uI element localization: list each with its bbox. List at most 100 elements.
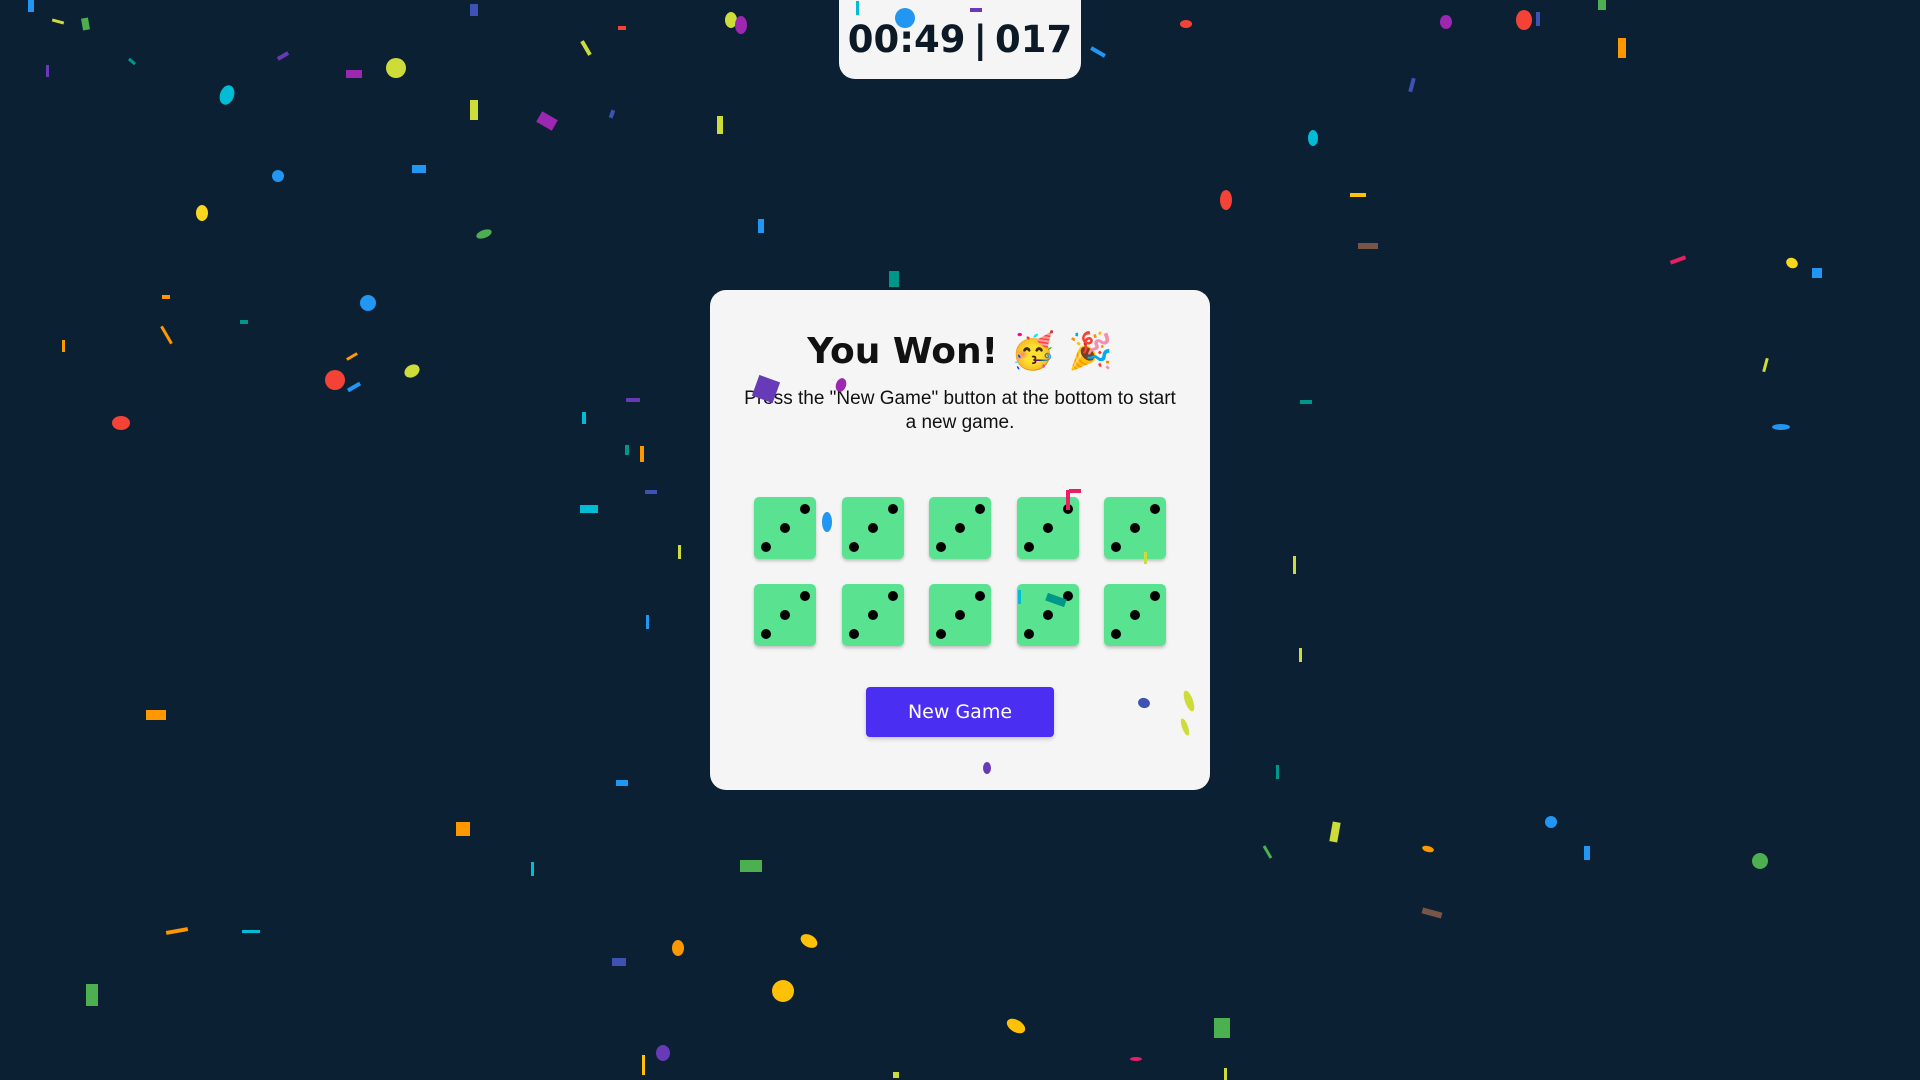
pip	[1023, 629, 1034, 639]
confetti-piece	[1421, 844, 1435, 854]
confetti-piece	[1618, 38, 1626, 58]
confetti-piece	[531, 862, 534, 876]
pip	[1130, 610, 1140, 620]
confetti-piece	[165, 927, 189, 935]
confetti-piece	[51, 18, 65, 25]
pip	[867, 610, 878, 620]
pip	[761, 629, 771, 639]
confetti-piece	[162, 295, 170, 299]
win-dialog: You Won! 🥳 🎉 Press the "New Game" button…	[710, 290, 1210, 790]
confetti-piece	[28, 0, 34, 12]
confetti-piece	[893, 1072, 899, 1078]
confetti-piece	[1004, 1015, 1028, 1037]
pip	[1042, 523, 1053, 533]
pip	[975, 591, 985, 601]
confetti-piece	[402, 361, 422, 381]
confetti-piece	[1516, 10, 1532, 30]
confetti-piece	[475, 227, 493, 241]
pip	[955, 523, 965, 533]
confetti-piece	[580, 40, 592, 56]
confetti-piece	[276, 51, 290, 61]
confetti-piece	[470, 4, 478, 16]
pip	[936, 542, 946, 552]
confetti-piece	[582, 412, 586, 424]
confetti-piece	[1598, 0, 1606, 10]
confetti-piece	[626, 398, 640, 402]
confetti-piece	[735, 16, 747, 34]
confetti-piece	[672, 940, 684, 956]
pip	[867, 523, 878, 533]
confetti-piece	[1669, 255, 1687, 265]
die[interactable]	[754, 584, 816, 646]
confetti-piece	[1276, 765, 1279, 779]
confetti-piece	[46, 65, 49, 77]
die[interactable]	[1104, 584, 1166, 646]
die[interactable]	[1016, 497, 1079, 559]
confetti-piece	[325, 370, 345, 390]
confetti-piece	[81, 17, 90, 31]
pip	[887, 504, 898, 514]
pip	[800, 504, 810, 514]
confetti-piece	[645, 490, 657, 494]
confetti-piece	[616, 780, 628, 786]
pip	[975, 504, 985, 514]
confetti-piece	[1408, 77, 1416, 93]
confetti-piece	[725, 12, 737, 28]
win-instructions: Press the "New Game" button at the botto…	[744, 388, 1176, 433]
win-title: You Won! 🥳 🎉	[807, 331, 1113, 372]
confetti-piece	[272, 170, 284, 182]
confetti-piece	[146, 710, 166, 720]
confetti-piece	[625, 445, 629, 455]
confetti-piece	[656, 1045, 670, 1061]
confetti-piece	[346, 381, 362, 393]
die[interactable]	[841, 497, 904, 559]
confetti-piece	[1224, 1068, 1227, 1080]
die[interactable]	[754, 497, 816, 559]
confetti-piece	[678, 545, 681, 559]
confetti-piece	[127, 57, 137, 66]
confetti-piece	[1762, 357, 1769, 373]
die[interactable]	[1016, 584, 1079, 646]
confetti-piece	[580, 505, 598, 513]
confetti-piece	[772, 980, 794, 1002]
confetti-piece	[1300, 400, 1312, 404]
confetti-piece	[640, 446, 644, 462]
confetti-piece	[1440, 15, 1452, 29]
confetti-piece	[618, 26, 626, 30]
confetti-piece	[242, 930, 260, 933]
pip	[1150, 591, 1160, 601]
pip	[1062, 504, 1073, 514]
confetti-piece	[346, 352, 358, 361]
timer-separator: |	[973, 18, 988, 61]
pip	[1130, 523, 1140, 533]
pip	[1042, 610, 1053, 620]
confetti-piece	[642, 1055, 645, 1075]
confetti-piece	[456, 822, 470, 836]
confetti-piece	[1262, 845, 1273, 859]
die[interactable]	[841, 584, 904, 646]
confetti-piece	[86, 984, 98, 1006]
pip	[780, 523, 790, 533]
confetti-piece	[112, 416, 130, 430]
confetti-piece	[1545, 816, 1557, 828]
confetti-piece	[1350, 193, 1366, 197]
confetti-piece	[196, 205, 208, 221]
roll-count: 017	[995, 18, 1073, 61]
confetti-piece	[1130, 1057, 1142, 1061]
confetti-piece	[1308, 130, 1318, 146]
new-game-button[interactable]: New Game	[866, 687, 1054, 737]
confetti-piece	[889, 271, 899, 287]
confetti-piece	[360, 295, 376, 311]
confetti-piece	[240, 320, 248, 324]
die[interactable]	[929, 497, 991, 559]
confetti-piece	[758, 219, 764, 233]
die[interactable]	[1104, 497, 1166, 559]
confetti-piece	[346, 70, 362, 78]
confetti-piece	[1772, 424, 1790, 430]
confetti-piece	[1752, 853, 1768, 869]
confetti-piece	[1180, 20, 1192, 28]
die[interactable]	[929, 584, 991, 646]
confetti-piece	[717, 116, 723, 134]
pip	[800, 591, 810, 601]
confetti-piece	[1293, 556, 1296, 574]
